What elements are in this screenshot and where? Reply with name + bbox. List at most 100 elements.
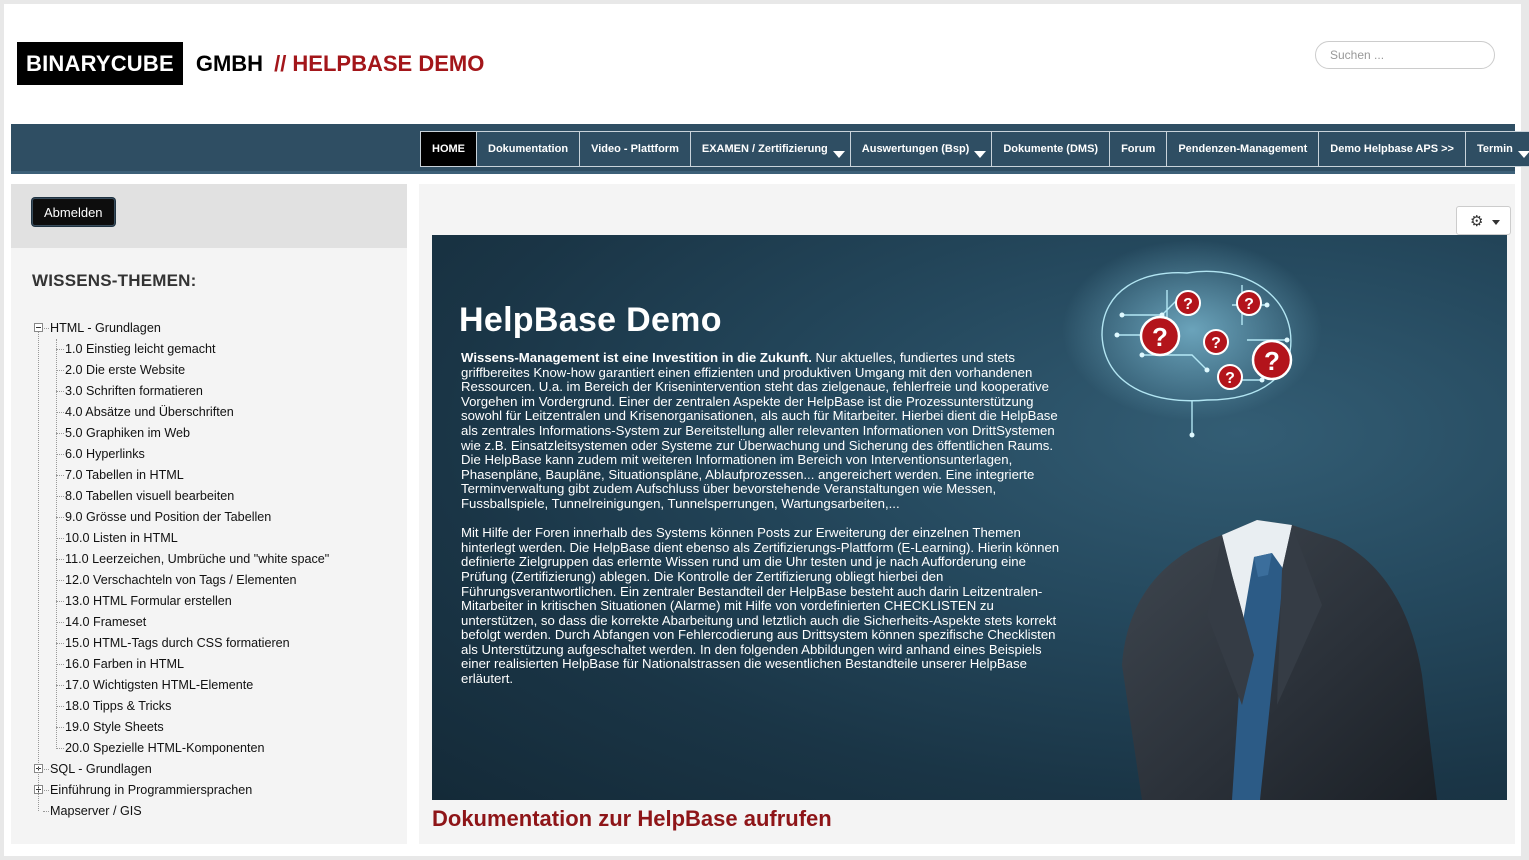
caret-down-icon xyxy=(1492,220,1500,225)
caret-down-icon xyxy=(1517,151,1529,158)
nav-item-dokumente-dms[interactable]: Dokumente (DMS) xyxy=(991,131,1111,167)
tree-leaf[interactable]: 8.0 Tabellen visuell bearbeiten xyxy=(32,486,329,507)
nav-item-forum[interactable]: Forum xyxy=(1109,131,1168,167)
logout-button[interactable]: Abmelden xyxy=(32,198,115,226)
sidebar: Abmelden WISSENS-THEMEN: HTML - Grundlag… xyxy=(11,184,407,844)
tree-leaf-label: 5.0 Graphiken im Web xyxy=(65,426,191,440)
tree-node-label: Einführung in Programmiersprachen xyxy=(50,783,253,797)
logo-subtitle: // HELPBASE DEMO xyxy=(274,50,485,76)
tree-leaf-label: 4.0 Absätze und Überschriften xyxy=(65,405,234,419)
nav-item-examen-zertifizierung[interactable]: EXAMEN / Zertifizierung xyxy=(689,131,851,167)
nav-item-label: Auswertungen (Bsp) xyxy=(861,143,970,155)
tree-leaf[interactable]: 17.0 Wichtigsten HTML-Elemente xyxy=(32,675,329,696)
nav-item-label: Video - Plattform xyxy=(591,143,679,155)
tree-leaf-label: 2.0 Die erste Website xyxy=(65,363,186,377)
nav-item-video-plattform[interactable]: Video - Plattform xyxy=(579,131,691,167)
tree-leaf-label: 19.0 Style Sheets xyxy=(65,720,164,734)
tree-node-label: HTML - Grundlagen xyxy=(50,321,161,335)
logo-box: BINARYCUBE xyxy=(17,42,183,85)
caret-down-icon xyxy=(832,151,845,158)
tree-leaf-label: 1.0 Einstieg leicht gemacht xyxy=(65,342,216,356)
tree-leaf-label: 8.0 Tabellen visuell bearbeiten xyxy=(65,489,235,503)
nav-item-label: Pendenzen-Management xyxy=(1178,143,1308,155)
tree-leaf-label: 14.0 Frameset xyxy=(65,615,147,629)
tree-leaf-label: 16.0 Farben in HTML xyxy=(65,657,184,671)
svg-text:?: ? xyxy=(1264,346,1280,376)
tree-leaf[interactable]: 6.0 Hyperlinks xyxy=(32,444,329,465)
tree-node-label: Mapserver / GIS xyxy=(50,804,142,818)
sidebar-title: WISSENS-THEMEN: xyxy=(32,271,197,290)
page: BINARYCUBE GMBH // HELPBASE DEMO HOME Dok… xyxy=(4,4,1529,856)
tree-leaf-label: 12.0 Verschachteln von Tags / Elementen xyxy=(65,573,297,587)
tree-leaf[interactable]: 7.0 Tabellen in HTML xyxy=(32,465,329,486)
tree-leaf[interactable]: 11.0 Leerzeichen, Umbrüche und "white sp… xyxy=(32,549,329,570)
nav-item-auswertungen-bsp[interactable]: Auswertungen (Bsp) xyxy=(849,131,993,167)
nav-item-label: Dokumentation xyxy=(488,143,569,155)
banner-paragraph-1: Wissens-Management ist eine Investition … xyxy=(461,350,1061,512)
tree-leaf[interactable]: 10.0 Listen in HTML xyxy=(32,528,329,549)
tree-leaf[interactable]: 9.0 Grösse und Position der Tabellen xyxy=(32,507,329,528)
tree-leaf[interactable]: 2.0 Die erste Website xyxy=(32,360,329,381)
tree-leaf[interactable]: 13.0 HTML Formular erstellen xyxy=(32,591,329,612)
tree-leaf-label: 13.0 HTML Formular erstellen xyxy=(65,594,232,608)
tree-leaf[interactable]: 5.0 Graphiken im Web xyxy=(32,423,329,444)
banner-para1-text: Nur aktuelles, fundiertes und stets grif… xyxy=(461,350,1058,511)
tree-leaf[interactable]: 12.0 Verschachteln von Tags / Elementen xyxy=(32,570,329,591)
nav-item-label: Dokumente (DMS) xyxy=(1003,143,1099,155)
tree-leaf-label: 20.0 Spezielle HTML-Komponenten xyxy=(65,741,265,755)
tree-leaf[interactable]: 18.0 Tipps & Tricks xyxy=(32,696,329,717)
nav-item-label: Forum xyxy=(1121,143,1156,155)
brain-suit-illustration: ? ? ? ? ? ? xyxy=(1062,240,1437,800)
hero-banner: ? ? ? ? ? ? HelpBase Demo Wissens-Manage… xyxy=(432,235,1507,800)
tree-leaf-label: 9.0 Grösse und Position der Tabellen xyxy=(65,510,272,524)
nav-item-home[interactable]: HOME xyxy=(420,131,477,167)
tree-node[interactable]: Einführung in Programmiersprachen xyxy=(32,780,329,801)
tree-node[interactable]: HTML - Grundlagen xyxy=(32,318,329,339)
nav-item-label: HOME xyxy=(432,143,465,155)
banner-intro-bold: Wissens-Management ist eine Investition … xyxy=(461,350,812,365)
nav-item-label: Demo Helpbase APS >> xyxy=(1330,143,1454,155)
sidebar-login-panel: Abmelden xyxy=(11,184,407,248)
tree-leaf-label: 15.0 HTML-Tags durch CSS formatieren xyxy=(65,636,290,650)
nav-item-termin[interactable]: Termin xyxy=(1464,131,1529,167)
banner-title: HelpBase Demo xyxy=(459,301,722,339)
documentation-link[interactable]: Dokumentation zur HelpBase aufrufen xyxy=(432,806,832,832)
gear-icon: ⚙ xyxy=(1470,213,1484,230)
nav-item-label: Termin xyxy=(1476,143,1513,155)
svg-text:?: ? xyxy=(1183,296,1193,313)
svg-text:?: ? xyxy=(1244,296,1254,313)
tree-node-label: SQL - Grundlagen xyxy=(50,762,152,776)
main-navbar: HOME Dokumentation Video - Plattform EXAMEN… xyxy=(11,124,1529,174)
tree-leaf-label: 10.0 Listen in HTML xyxy=(65,531,178,545)
tree-leaf[interactable]: 4.0 Absätze und Überschriften xyxy=(32,402,329,423)
tree-leaf[interactable]: 19.0 Style Sheets xyxy=(32,717,329,738)
tree-leaf[interactable]: 16.0 Farben in HTML xyxy=(32,654,329,675)
tree-leaf-label: 17.0 Wichtigsten HTML-Elemente xyxy=(65,678,254,692)
nav-item-pendenzen-management[interactable]: Pendenzen-Management xyxy=(1166,131,1320,167)
tree-leaf[interactable]: 3.0 Schriften formatieren xyxy=(32,381,329,402)
collapse-icon[interactable] xyxy=(34,323,43,332)
topic-tree: HTML - Grundlagen 1.0 Einstieg leicht gem… xyxy=(32,318,329,822)
tree-leaf-label: 3.0 Schriften formatieren xyxy=(65,384,203,398)
banner-text: Wissens-Management ist eine Investition … xyxy=(461,350,1061,701)
main-content: ⚙ ? ? ? ? ? ? HelpBase Demo Wissens-Mana… xyxy=(419,184,1515,844)
site-logo[interactable]: BINARYCUBE GMBH // HELPBASE DEMO xyxy=(17,42,484,85)
tree-leaf-label: 6.0 Hyperlinks xyxy=(65,447,145,461)
nav-item-dokumentation[interactable]: Dokumentation xyxy=(476,131,581,167)
svg-text:?: ? xyxy=(1152,322,1168,352)
tree-leaf[interactable]: 14.0 Frameset xyxy=(32,612,329,633)
search-input[interactable] xyxy=(1315,41,1495,69)
svg-text:?: ? xyxy=(1225,370,1235,387)
tree-children: 1.0 Einstieg leicht gemacht 2.0 Die erste… xyxy=(32,339,329,759)
tree-node[interactable]: SQL - Grundlagen xyxy=(32,759,329,780)
tree-leaf[interactable]: 20.0 Spezielle HTML-Komponenten xyxy=(32,738,329,759)
settings-dropdown-button[interactable]: ⚙ xyxy=(1456,206,1511,235)
tree-leaf-label: 18.0 Tipps & Tricks xyxy=(65,699,172,713)
caret-down-icon xyxy=(974,151,987,158)
tree-leaf[interactable]: 15.0 HTML-Tags durch CSS formatieren xyxy=(32,633,329,654)
tree-leaf-label: 7.0 Tabellen in HTML xyxy=(65,468,184,482)
tree-node[interactable]: Mapserver / GIS xyxy=(32,801,329,822)
svg-text:?: ? xyxy=(1211,335,1221,352)
tree-leaf[interactable]: 1.0 Einstieg leicht gemacht xyxy=(32,339,329,360)
nav-item-demo-helpbase-aps[interactable]: Demo Helpbase APS >> xyxy=(1318,131,1466,167)
